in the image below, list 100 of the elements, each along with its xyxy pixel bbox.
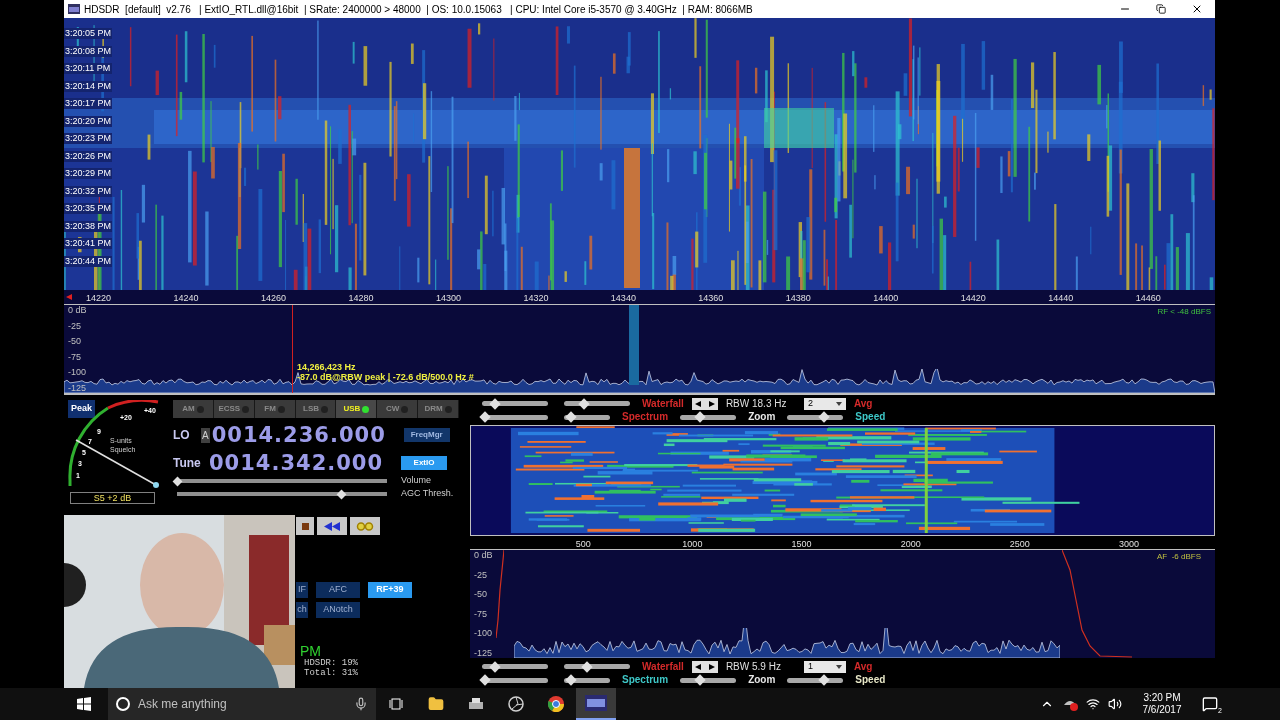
x-tick-label: 14400 [873,293,899,303]
control-label: Zoom [748,411,776,423]
browser-icon [548,696,564,712]
avg-dropdown[interactable]: 1 [803,660,846,673]
y-tick-label: 0 dB [474,550,493,560]
y-tick-label: -100 [474,628,493,639]
stop-icon [301,522,309,530]
x-tick-label: 500 [575,539,591,549]
meter-reading: S5 +2 dB [70,492,155,504]
y-tick-label: -25 [68,320,82,331]
x-tick-label: 14440 [1048,293,1074,303]
control-label: Speed [855,674,886,686]
marker-icon [66,294,72,300]
left-arrow-icon [694,663,701,670]
x-tick-label: 14360 [698,293,724,303]
time-label: 3:20:29 PM [64,168,113,179]
restore-icon [1156,4,1166,14]
x-tick-label: 2500 [1009,539,1030,549]
x-tick-label: 14420 [960,293,986,303]
y-tick-label: -75 [474,608,488,619]
rbw-label: RBW 5.9 Hz [725,660,782,674]
windows-icon [77,697,91,711]
clock-label: PM [299,644,322,658]
y-tick-label: 0 dB [68,305,87,315]
cpu-usage: Total: 31% [303,668,359,678]
wifi-icon[interactable] [1086,697,1100,711]
clock-time: 3:20 PM [1143,692,1181,704]
clock-date: 7/6/2017 [1142,704,1182,716]
folder-icon [428,696,444,712]
x-tick-label: 14460 [1135,293,1161,303]
dsp-button[interactable]: ANotch [316,602,360,618]
task-view-icon [389,698,403,710]
volume-icon[interactable] [1108,697,1122,711]
y-tick-label: -125 [68,382,87,393]
mode-button[interactable]: USB [336,400,378,418]
search-placeholder: Ask me anything [138,696,228,713]
time-label: 3:20:38 PM [64,220,113,232]
time-label: 3:20:41 PM [64,238,113,249]
time-label: 3:20:08 PM [64,45,113,57]
time-label: 3:20:32 PM [64,185,113,197]
app-icon [68,4,80,14]
stepper[interactable] [691,397,718,410]
aperture-icon [508,696,524,712]
x-tick-label: 14380 [785,293,811,303]
time-label: 3:20:35 PM [64,203,113,214]
y-tick-label: -125 [474,647,493,658]
clock[interactable]: 3:20 PM 7/6/2017 [1132,692,1192,716]
control-label: Waterfall [642,397,684,410]
avg-label: Avg [853,397,873,411]
time-label: 3:20:17 PM [64,98,113,109]
dsp-button[interactable]: AFC [316,582,360,598]
frequency-label: Tune [173,455,202,472]
y-tick-label: -100 [68,367,87,378]
control-label: Zoom [748,674,776,686]
dsp-button[interactable]: IF [296,582,308,598]
y-tick-label: -25 [474,569,488,580]
chevron-icon [835,663,842,670]
time-label: 3:20:05 PM [64,28,113,39]
time-label: 3:20:23 PM [64,133,113,144]
stepper[interactable] [691,660,718,673]
avg-dropdown[interactable]: 2 [803,397,846,410]
frequency-display[interactable]: 0014.236.000 [211,424,390,446]
avg-label: Avg [853,660,873,674]
left-arrow-icon [694,400,701,407]
x-tick-label: 14320 [523,293,549,303]
stop-button[interactable] [296,517,314,535]
control-label: Speed [855,411,886,423]
loop-icon [356,521,374,531]
x-tick-label: 3000 [1118,539,1139,549]
cursor-frequency: 14,266,423 Hz [297,362,357,372]
frequency-display[interactable]: 0014.342.000 [209,452,387,474]
x-tick-label: 14280 [348,293,374,303]
x-tick-label: 14240 [173,293,199,303]
cpu-usage: HDSDR: 19% [303,658,359,668]
dsp-button[interactable]: ch [296,602,308,618]
peak-button[interactable]: Peak [68,400,96,418]
cortana-icon [116,697,130,711]
slider-label: Volume [401,474,432,488]
x-tick-label: 14300 [435,293,461,303]
right-arrow-icon [708,663,715,670]
rewind-button[interactable] [317,517,347,535]
x-tick-label: 14220 [86,293,112,303]
panel-button[interactable]: FreqMgr [403,428,450,442]
x-tick-label: 2000 [900,539,921,549]
frequency-label: LO [173,427,191,444]
y-tick-label: -75 [68,351,82,362]
time-label: 3:20:11 PM [64,63,113,74]
rewind-icon [324,521,340,531]
x-tick-label: 1500 [791,539,812,549]
chevron-icon [835,400,842,407]
x-tick-label: 14260 [260,293,286,303]
search-field[interactable]: Ask me anything [108,688,376,720]
close-icon [1191,3,1203,15]
time-label: 3:20:14 PM [64,80,113,92]
vfo-tag: A [201,427,210,443]
window-title: HDSDR [default] v2.76 | ExtIO_RTL.dll@16bit | SRate: 2400000 > 48000 | OS: 10.0.15063 | CPU: Intel Core i5-3570 @ 3.40GHz | RAM: 8066MB [84,2,754,17]
y-tick-label: -50 [68,336,82,347]
cursor-reading: -87.0 dB@RBW peak | -72.6 dB/500.0 Hz # [297,372,474,382]
x-tick-label: 14340 [610,293,636,303]
y-tick-label: -50 [474,589,488,600]
